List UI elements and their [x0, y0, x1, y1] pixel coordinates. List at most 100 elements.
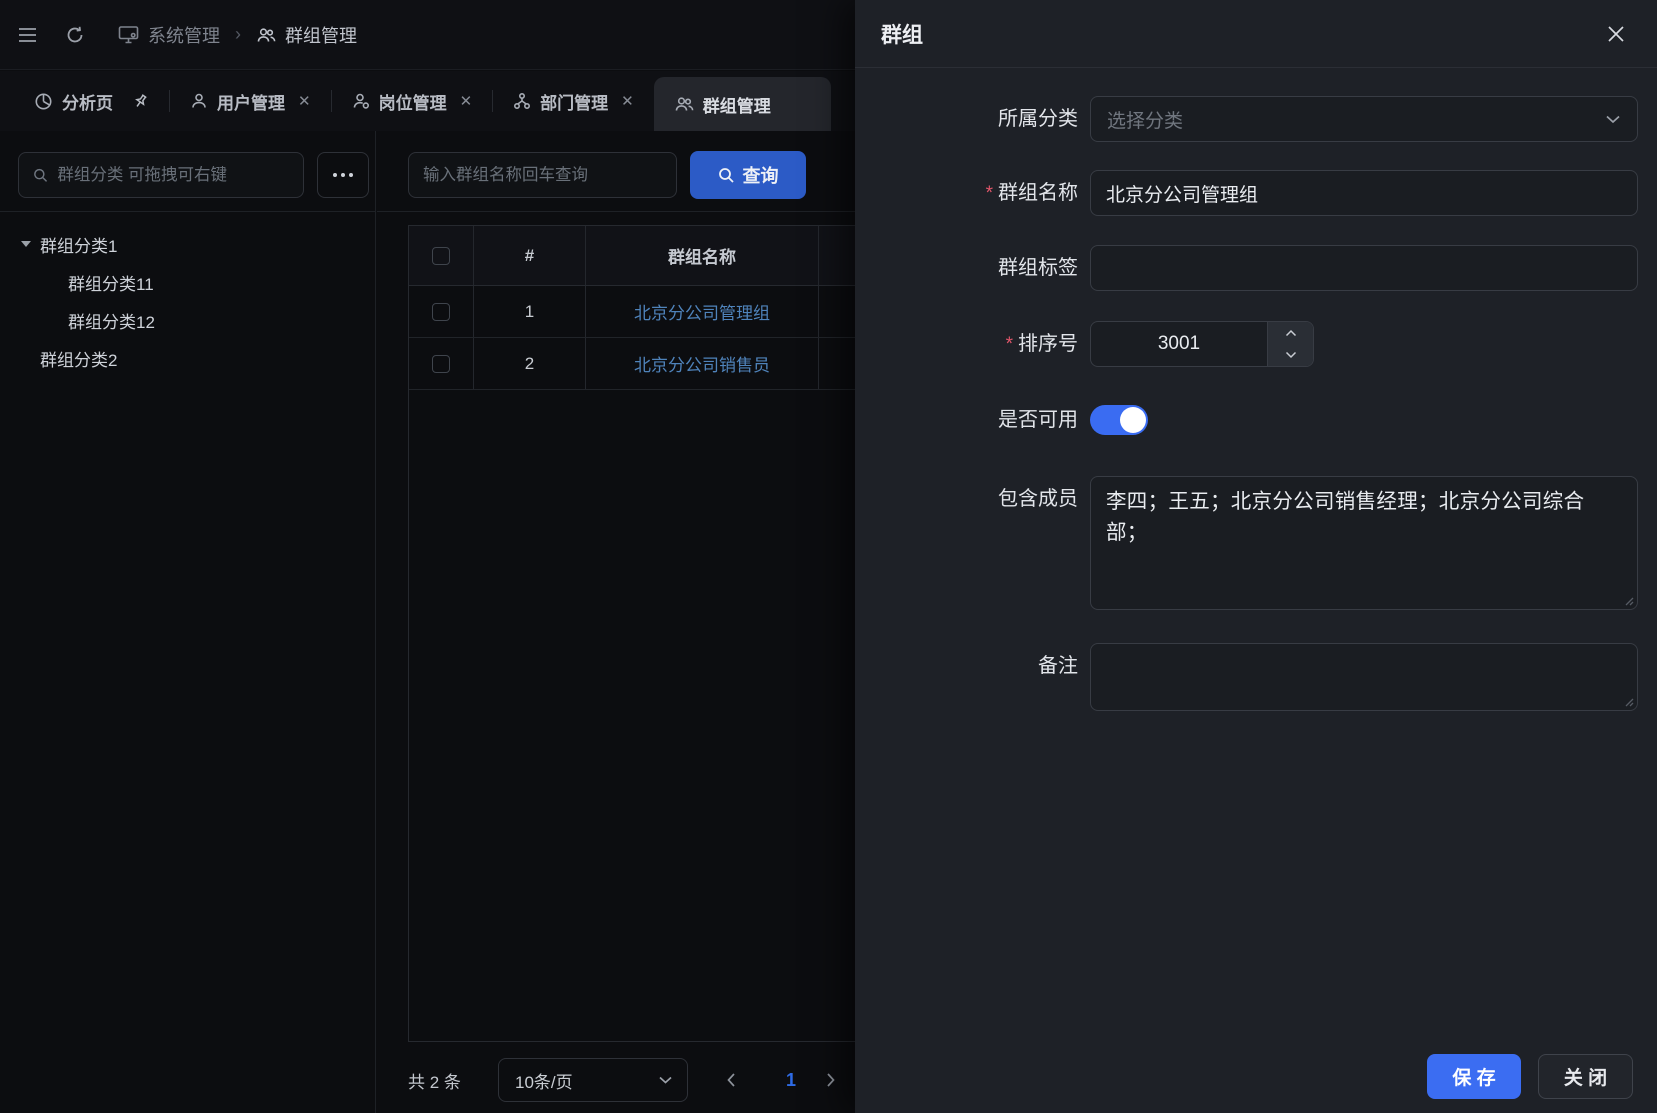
category-panel: 群组分类1 群组分类11 群组分类12 群组分类2	[0, 131, 376, 1113]
row-checkbox[interactable]	[432, 303, 450, 321]
chevron-left-icon	[726, 1072, 736, 1088]
breadcrumb-section[interactable]: 系统管理	[148, 22, 220, 48]
number-spinner	[1267, 322, 1313, 366]
group-name-link[interactable]: 北京分公司管理组	[634, 299, 770, 324]
tab-users[interactable]: 用户管理 ✕	[170, 71, 331, 131]
tab-close-icon[interactable]: ✕	[621, 92, 634, 110]
query-button[interactable]: 查询	[690, 151, 806, 199]
category-select-placeholder: 选择分类	[1107, 106, 1605, 133]
category-select[interactable]: 选择分类	[1090, 96, 1638, 142]
pin-icon[interactable]	[132, 93, 149, 110]
enabled-toggle[interactable]	[1090, 405, 1148, 435]
chevron-down-icon	[658, 1075, 673, 1085]
tag-field	[1090, 245, 1638, 291]
group-search-box	[408, 152, 677, 198]
tree-item-child-12[interactable]: 群组分类12	[0, 301, 375, 339]
enabled-field-label: 是否可用	[855, 405, 1078, 435]
search-icon	[718, 167, 735, 184]
close-icon[interactable]	[1601, 19, 1631, 49]
tag-field-label: 群组标签	[855, 245, 1078, 291]
tab-label: 岗位管理	[379, 89, 447, 114]
tab-positions[interactable]: 岗位管理 ✕	[332, 71, 493, 131]
group-people-icon	[256, 26, 276, 44]
tab-close-icon[interactable]: ✕	[460, 92, 473, 110]
system-monitor-icon	[118, 25, 139, 44]
resize-grip-icon[interactable]	[1623, 595, 1634, 606]
sort-number-input[interactable]	[1091, 322, 1267, 366]
required-mark: *	[986, 183, 993, 204]
spinner-up-button[interactable]	[1268, 322, 1313, 344]
name-field-label: *群组名称	[855, 170, 1078, 217]
members-field: 李四；王五；北京分公司销售经理；北京分公司综合部；	[1090, 476, 1638, 610]
user-gear-icon	[352, 92, 370, 110]
category-search-box	[18, 152, 304, 198]
group-drawer: 群组 所属分类 选择分类 *群组名称 群组标签 *排序号	[855, 0, 1657, 1113]
drawer-header: 群组	[855, 0, 1657, 68]
next-page-button[interactable]	[826, 1057, 836, 1103]
select-all-checkbox[interactable]	[432, 247, 450, 265]
column-header-index: #	[474, 226, 586, 285]
pie-chart-icon	[34, 92, 53, 111]
org-hierarchy-icon	[513, 92, 531, 110]
members-field-label: 包含成员	[855, 476, 1078, 522]
tab-label: 群组管理	[703, 92, 771, 117]
tree-item-label: 群组分类11	[68, 270, 154, 295]
category-tree: 群组分类1 群组分类11 群组分类12 群组分类2	[0, 225, 375, 377]
group-name-link[interactable]: 北京分公司销售员	[634, 351, 770, 376]
group-search-input[interactable]	[423, 166, 662, 185]
refresh-icon[interactable]	[60, 20, 90, 50]
group-name-input[interactable]	[1091, 171, 1637, 215]
tree-item-child-11[interactable]: 群组分类11	[0, 263, 375, 301]
breadcrumb-page: 群组管理	[285, 22, 357, 48]
chevron-down-icon	[1605, 114, 1621, 125]
tab-analysis[interactable]: 分析页	[14, 71, 169, 131]
breadcrumb: 系统管理 › 群组管理	[118, 22, 357, 48]
page-size-select[interactable]: 10条/页	[498, 1058, 688, 1102]
toggle-knob	[1120, 407, 1146, 433]
save-button[interactable]: 保 存	[1427, 1054, 1521, 1099]
tab-label: 部门管理	[540, 89, 608, 114]
remark-field	[1090, 643, 1638, 711]
hamburger-menu-icon[interactable]	[12, 20, 42, 50]
row-index: 1	[474, 286, 586, 337]
breadcrumb-separator-icon: ›	[229, 24, 247, 45]
remark-textarea[interactable]	[1091, 644, 1637, 710]
group-people-icon	[674, 95, 694, 113]
category-search-row	[0, 131, 375, 212]
members-textarea[interactable]: 李四；王五；北京分公司销售经理；北京分公司综合部；	[1091, 477, 1637, 609]
tree-item-root-1[interactable]: 群组分类1	[0, 225, 375, 263]
chevron-right-icon	[826, 1072, 836, 1088]
row-index: 2	[474, 338, 586, 389]
tree-item-label: 群组分类1	[40, 232, 117, 257]
caret-down-icon[interactable]	[21, 241, 31, 247]
tree-item-root-2[interactable]: 群组分类2	[0, 339, 375, 377]
resize-grip-icon[interactable]	[1623, 696, 1634, 707]
more-options-button[interactable]	[317, 152, 369, 198]
tree-item-label: 群组分类2	[40, 346, 117, 371]
tab-close-icon[interactable]: ✕	[298, 92, 311, 110]
tree-item-label: 群组分类12	[68, 308, 155, 333]
page-size-value: 10条/页	[515, 1068, 573, 1093]
column-header-name: 群组名称	[586, 226, 819, 285]
required-mark: *	[1006, 334, 1013, 355]
more-options-icon	[333, 173, 337, 177]
group-tag-input[interactable]	[1091, 246, 1637, 290]
tab-departments[interactable]: 部门管理 ✕	[493, 71, 654, 131]
drawer-title: 群组	[881, 19, 923, 49]
spinner-down-button[interactable]	[1268, 344, 1313, 366]
page-number-1[interactable]: 1	[774, 1057, 808, 1103]
remark-field-label: 备注	[855, 643, 1078, 689]
total-count: 共 2 条	[408, 1057, 461, 1103]
user-icon	[190, 92, 208, 110]
prev-page-button[interactable]	[726, 1057, 736, 1103]
query-button-label: 查询	[743, 162, 779, 188]
category-search-input[interactable]	[57, 166, 289, 185]
close-button[interactable]: 关 闭	[1538, 1054, 1633, 1099]
tab-label: 用户管理	[217, 89, 285, 114]
row-checkbox[interactable]	[432, 355, 450, 373]
tab-groups-active[interactable]: 群组管理	[654, 77, 831, 131]
tab-label: 分析页	[62, 89, 113, 114]
chevron-down-icon	[1285, 351, 1297, 359]
chevron-up-icon	[1285, 329, 1297, 337]
category-field-label: 所属分类	[855, 96, 1078, 142]
